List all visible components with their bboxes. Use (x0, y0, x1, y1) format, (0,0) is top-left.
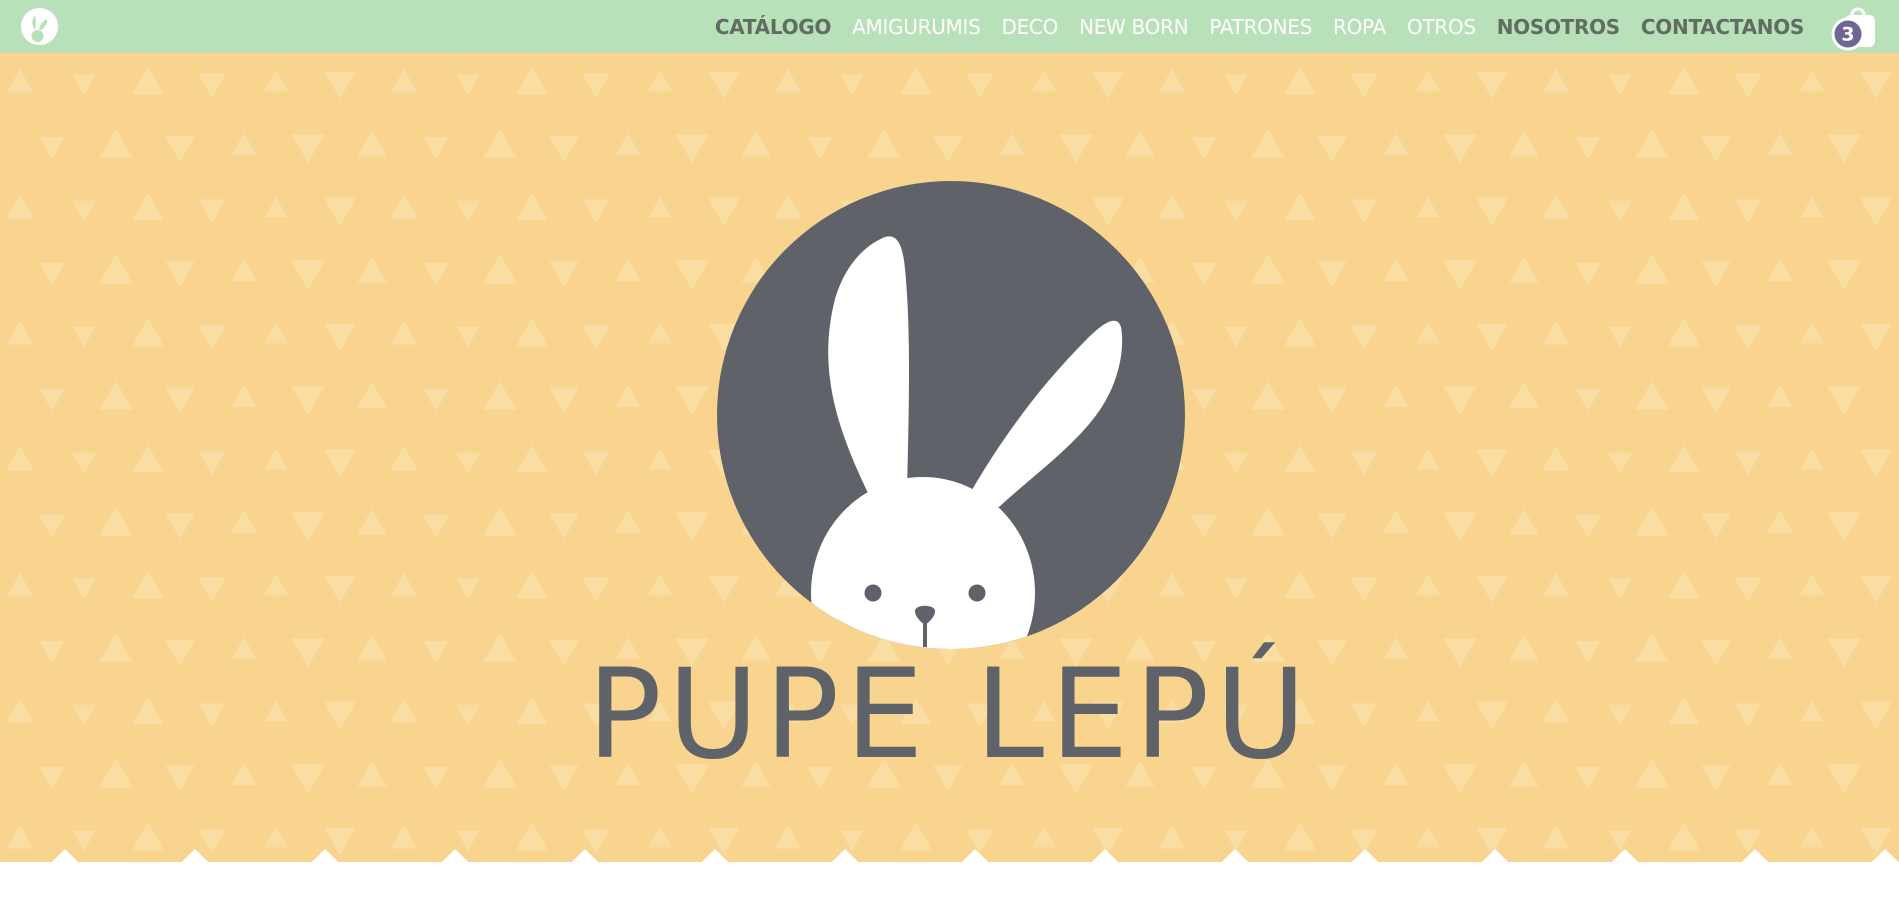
zigzag-divider (51, 849, 1899, 862)
nav-new-born[interactable]: NEW BORN (1079, 15, 1189, 39)
nav-catalogo[interactable]: CATÁLOGO (715, 15, 832, 39)
nav-ropa[interactable]: ROPA (1333, 15, 1386, 39)
hero-banner: PUPE LEPÚ (0, 53, 1899, 862)
nav-contactanos[interactable]: CONTACTANOS (1641, 15, 1804, 39)
nav-nosotros[interactable]: NOSOTROS (1497, 15, 1621, 39)
cart-count-badge: 3 (1831, 17, 1865, 51)
nav-deco[interactable]: DECO (1001, 15, 1058, 39)
brand-title: PUPE LEPÚ (586, 643, 1313, 787)
nav-amigurumis[interactable]: AMIGURUMIS (852, 15, 981, 39)
top-navigation-bar: CATÁLOGO AMIGURUMIS DECO NEW BORN PATRON… (0, 0, 1899, 53)
nav-otros[interactable]: OTROS (1407, 15, 1476, 39)
cart-count: 3 (1841, 24, 1854, 46)
bunny-logo-icon (21, 8, 58, 45)
bunny-emblem-icon (717, 181, 1185, 649)
home-logo-link[interactable] (21, 8, 58, 45)
nav-patrones[interactable]: PATRONES (1209, 15, 1312, 39)
main-menu: CATÁLOGO AMIGURUMIS DECO NEW BORN PATRON… (715, 0, 1804, 53)
cart-button[interactable]: 3 (1831, 5, 1881, 51)
